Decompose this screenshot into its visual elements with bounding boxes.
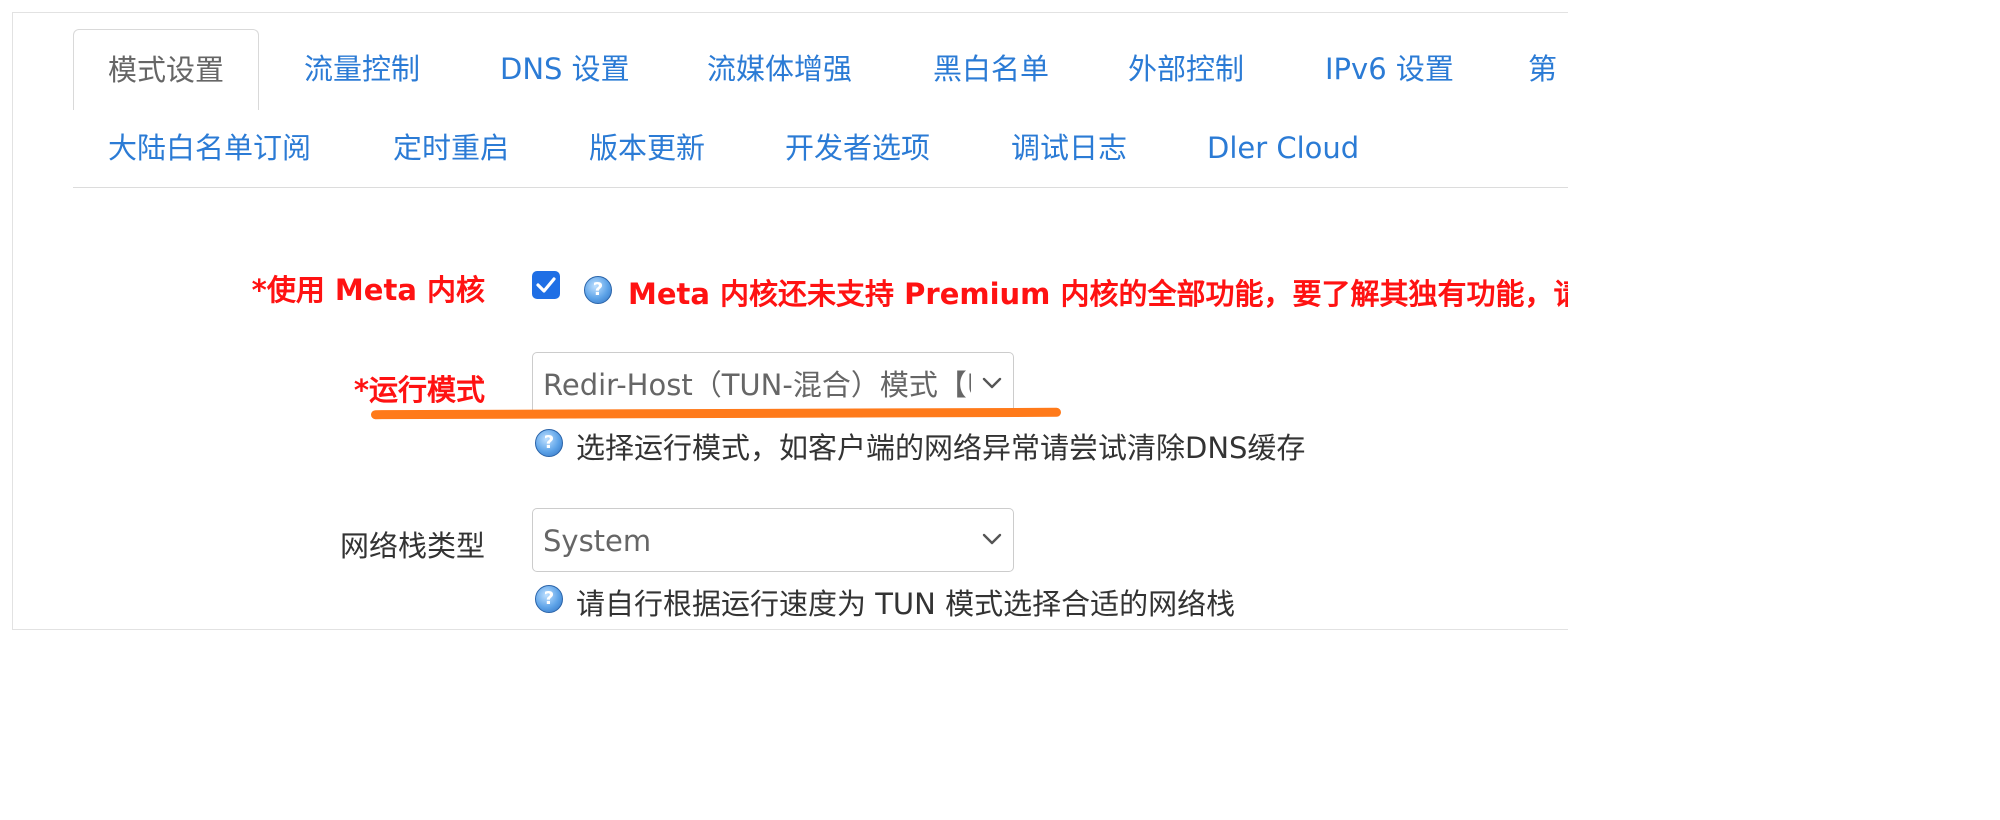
meta-core-label: *使用 Meta 内核 <box>251 273 485 307</box>
tab-dns-settings[interactable]: DNS 设置 <box>500 29 630 109</box>
stack-type-value: System <box>543 524 652 558</box>
tab-black-white-list[interactable]: 黑白名单 <box>933 29 1049 109</box>
tab-mainland-whitelist-subscription[interactable]: 大陆白名单订阅 <box>108 109 311 187</box>
tabs-divider <box>73 187 1568 188</box>
run-mode-hint: 选择运行模式，如客户端的网络异常请尝试清除DNS缓存 <box>576 431 1306 465</box>
annotation-underline <box>370 407 1062 420</box>
help-icon[interactable]: ? <box>535 429 563 457</box>
tab-version-update[interactable]: 版本更新 <box>589 109 705 187</box>
chevron-down-icon <box>982 377 1002 389</box>
stack-type-hint: 请自行根据运行速度为 TUN 模式选择合适的网络栈 <box>576 587 1236 621</box>
tab-external-control[interactable]: 外部控制 <box>1128 29 1244 109</box>
stack-type-label: 网络栈类型 <box>339 529 485 563</box>
tab-debug-log[interactable]: 调试日志 <box>1011 109 1127 187</box>
tab-bar-row-1: 模式设置 流量控制 DNS 设置 流媒体增强 黑白名单 外部控制 IPv6 设置… <box>73 29 1568 110</box>
run-mode-value: Redir-Host（TUN-混合）模式【U <box>543 368 971 402</box>
meta-core-warning: Meta 内核还未支持 Premium 内核的全部功能，要了解其独有功能，请 <box>628 277 1568 311</box>
stack-type-select[interactable]: System <box>532 508 1014 572</box>
tab-traffic-control[interactable]: 流量控制 <box>304 29 420 109</box>
tab-mode-settings[interactable]: 模式设置 <box>73 29 260 110</box>
help-icon[interactable]: ? <box>584 276 612 304</box>
run-mode-select[interactable]: Redir-Host（TUN-混合）模式【U <box>532 352 1014 416</box>
tab-bar-row-2: 大陆白名单订阅 定时重启 版本更新 开发者选项 调试日志 Dler Cloud <box>73 109 1568 187</box>
run-mode-label: *运行模式 <box>353 373 485 407</box>
check-icon <box>536 277 556 293</box>
help-icon[interactable]: ? <box>535 585 563 613</box>
tab-ipv6-settings[interactable]: IPv6 设置 <box>1325 29 1454 109</box>
tab-streaming-enhance[interactable]: 流媒体增强 <box>707 29 852 109</box>
tab-dler-cloud[interactable]: Dler Cloud <box>1207 109 1359 187</box>
tab-more-truncated[interactable]: 第 <box>1528 29 1557 109</box>
tab-developer-options[interactable]: 开发者选项 <box>785 109 930 187</box>
meta-core-checkbox[interactable] <box>532 271 560 299</box>
chevron-down-icon <box>982 533 1002 545</box>
settings-panel: 模式设置 流量控制 DNS 设置 流媒体增强 黑白名单 外部控制 IPv6 设置… <box>12 12 1568 630</box>
tab-scheduled-restart[interactable]: 定时重启 <box>393 109 509 187</box>
